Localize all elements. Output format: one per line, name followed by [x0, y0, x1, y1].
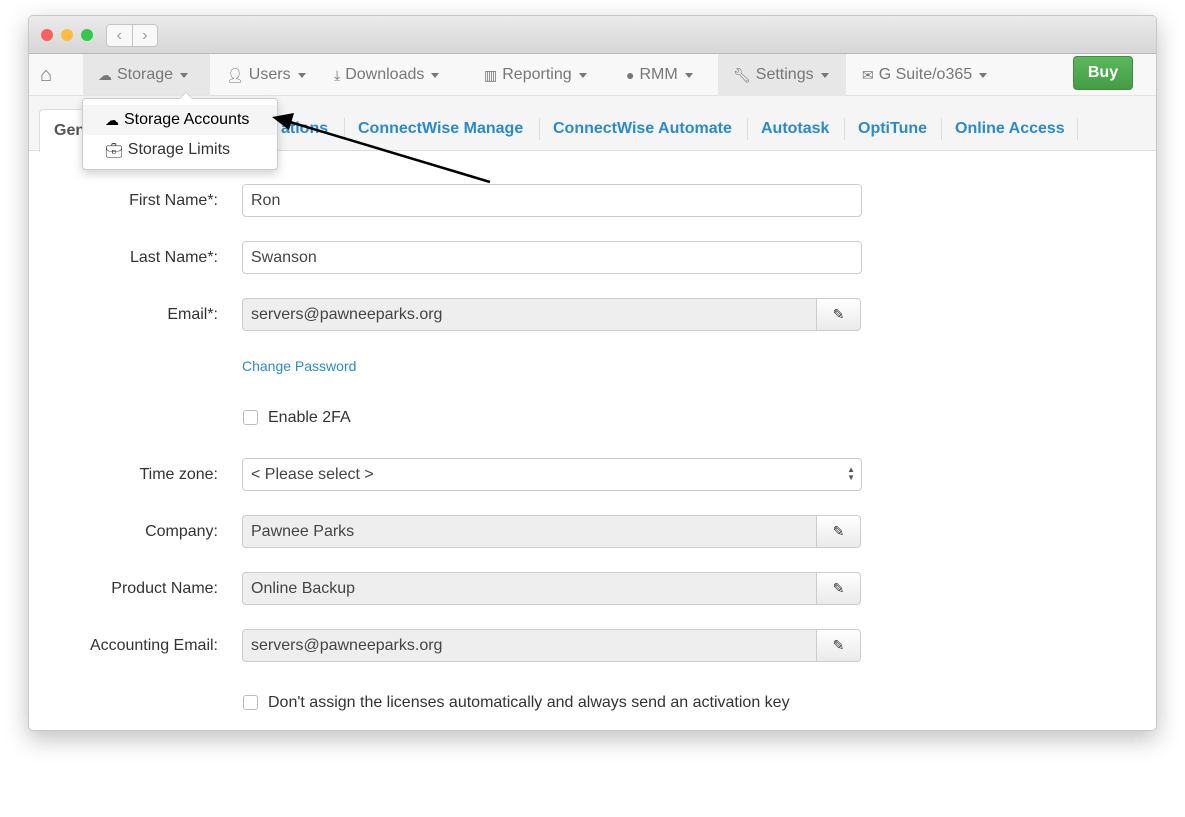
annotation-arrow	[272, 113, 491, 184]
